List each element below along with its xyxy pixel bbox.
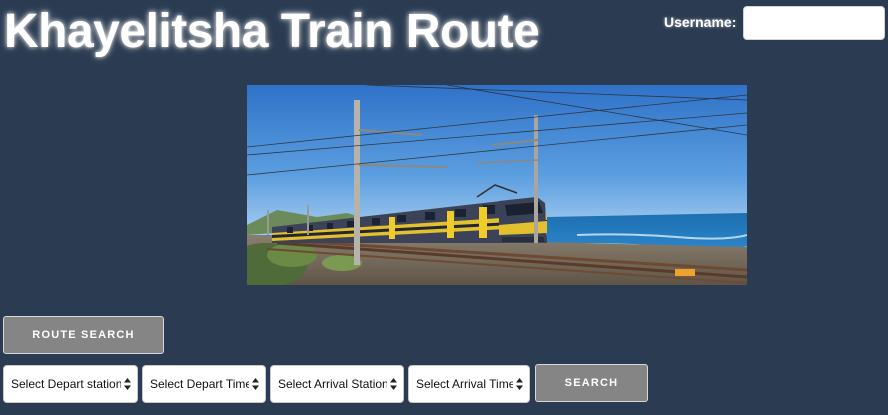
username-label: Username: [664, 14, 737, 30]
arrival-station-select-label: Select Arrival Station [278, 377, 387, 391]
arrival-time-select-label: Select Arrival Time [416, 377, 513, 391]
train-photo [247, 85, 747, 285]
select-arrows-icon [390, 378, 397, 390]
search-button[interactable]: SEARCH [535, 364, 648, 402]
username-input[interactable] [743, 6, 885, 40]
select-arrows-icon [516, 378, 523, 390]
depart-time-select-label: Select Depart Time [150, 377, 249, 391]
route-search-button[interactable]: ROUTE SEARCH [3, 316, 164, 354]
page-title: Khayelitsha Train Route [4, 5, 540, 58]
arrival-station-select[interactable]: Select Arrival Station [270, 365, 404, 403]
arrival-time-select[interactable]: Select Arrival Time [408, 365, 530, 403]
select-arrows-icon [252, 378, 259, 390]
depart-time-select[interactable]: Select Depart Time [142, 365, 266, 403]
depart-station-select-label: Select Depart station [11, 377, 121, 391]
select-arrows-icon [124, 378, 131, 390]
depart-station-select[interactable]: Select Depart station [3, 365, 138, 403]
hero-train-image [247, 85, 747, 285]
